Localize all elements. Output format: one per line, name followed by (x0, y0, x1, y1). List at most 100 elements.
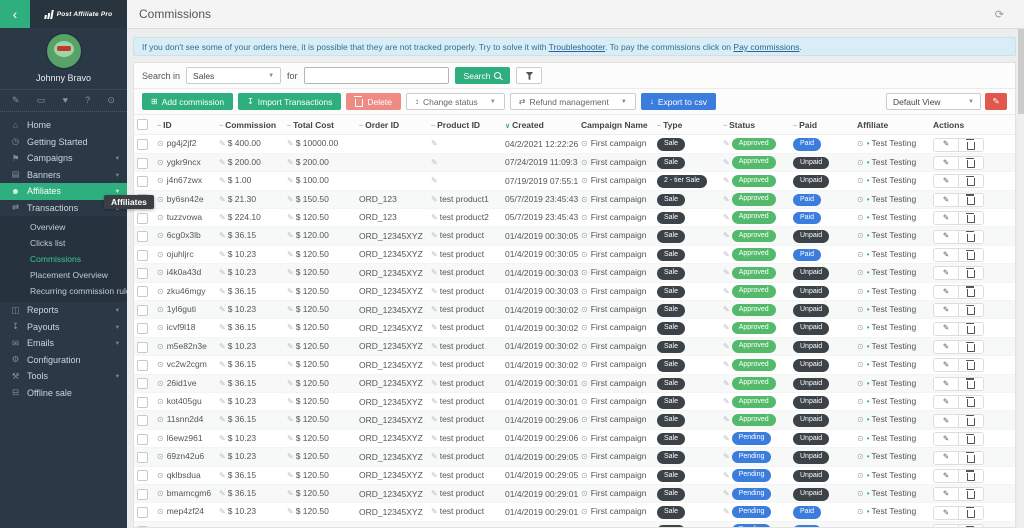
pencil-icon[interactable]: ✎ (723, 360, 730, 369)
eye-icon[interactable]: ⊙ (157, 176, 164, 185)
edit-row-button[interactable]: ✎ (934, 139, 958, 151)
pencil-icon[interactable]: ✎ (219, 176, 226, 185)
export-csv-button[interactable]: ↓Export to csv (641, 93, 716, 110)
eye-icon[interactable]: ⊙ (157, 287, 164, 296)
edit-row-button[interactable]: ✎ (934, 212, 958, 224)
pencil-icon[interactable]: ✎ (287, 231, 294, 240)
pencil-icon[interactable]: ✎ (287, 287, 294, 296)
pencil-icon[interactable]: ✎ (723, 305, 730, 314)
eye-icon[interactable]: ⊙ (157, 323, 164, 332)
delete-row-button[interactable] (958, 470, 983, 482)
sidebar-item-banners[interactable]: ▤Banners▾ (0, 167, 127, 184)
pencil-icon[interactable]: ✎ (219, 158, 226, 167)
eye-icon[interactable]: ⊙ (857, 471, 864, 480)
pencil-icon[interactable]: ✎ (12, 95, 20, 106)
eye-icon[interactable]: ⊙ (857, 250, 864, 259)
eye-icon[interactable]: ⊙ (857, 397, 864, 406)
help-icon[interactable]: ? (85, 95, 90, 106)
sidebar-subitem-recurring-commission-rules[interactable]: Recurring commission rules (0, 283, 127, 299)
eye-icon[interactable]: ⊙ (581, 452, 588, 461)
eye-icon[interactable]: ⊙ (857, 323, 864, 332)
eye-icon[interactable]: ⊙ (157, 213, 164, 222)
col-header-commission[interactable]: ~Commission (216, 115, 284, 135)
delete-row-button[interactable] (958, 249, 983, 261)
eye-icon[interactable]: ⊙ (857, 268, 864, 277)
pencil-icon[interactable]: ✎ (431, 213, 438, 222)
eye-icon[interactable]: ⊙ (581, 507, 588, 516)
pencil-icon[interactable]: ✎ (723, 507, 730, 516)
pencil-icon[interactable]: ✎ (287, 360, 294, 369)
eye-icon[interactable]: ⊙ (581, 231, 588, 240)
eye-icon[interactable]: ⊙ (157, 415, 164, 424)
pencil-icon[interactable]: ✎ (219, 360, 226, 369)
pencil-icon[interactable]: ✎ (219, 342, 226, 351)
pencil-icon[interactable]: ✎ (723, 526, 730, 527)
monitor-icon[interactable]: ▭ (37, 95, 46, 106)
pencil-icon[interactable]: ✎ (287, 176, 294, 185)
eye-icon[interactable]: ⊙ (157, 452, 164, 461)
delete-row-button[interactable] (958, 507, 983, 519)
sidebar-subitem-placement-overview[interactable]: Placement Overview (0, 267, 127, 283)
edit-row-button[interactable]: ✎ (934, 175, 958, 187)
pencil-icon[interactable]: ✎ (219, 489, 226, 498)
pencil-icon[interactable]: ✎ (431, 526, 438, 527)
pencil-icon[interactable]: ✎ (723, 434, 730, 443)
pencil-icon[interactable]: ✎ (431, 342, 438, 351)
eye-icon[interactable]: ⊙ (581, 434, 588, 443)
col-header-order-id[interactable]: ~Order ID (356, 115, 428, 135)
delete-row-button[interactable] (958, 378, 983, 390)
pencil-icon[interactable]: ✎ (723, 489, 730, 498)
row-checkbox[interactable] (137, 231, 148, 242)
pencil-icon[interactable]: ✎ (287, 342, 294, 351)
pencil-icon[interactable]: ✎ (287, 195, 294, 204)
sidebar-item-payouts[interactable]: ↧Payouts▾ (0, 319, 127, 336)
eye-icon[interactable]: ⊙ (581, 323, 588, 332)
row-checkbox[interactable] (137, 323, 148, 334)
pencil-icon[interactable]: ✎ (287, 471, 294, 480)
avatar[interactable] (46, 33, 82, 69)
row-checkbox[interactable] (137, 378, 148, 389)
pencil-icon[interactable]: ✎ (723, 415, 730, 424)
col-header-total-cost[interactable]: ~Total Cost (284, 115, 356, 135)
pencil-icon[interactable]: ✎ (287, 397, 294, 406)
pencil-icon[interactable]: ✎ (431, 489, 438, 498)
edit-row-button[interactable]: ✎ (934, 341, 958, 353)
pencil-icon[interactable]: ✎ (287, 158, 294, 167)
sidebar-item-emails[interactable]: ✉Emails▾ (0, 335, 127, 352)
pencil-icon[interactable]: ✎ (219, 195, 226, 204)
sidebar-item-reports[interactable]: ◫Reports▾ (0, 302, 127, 319)
pencil-icon[interactable]: ✎ (219, 268, 226, 277)
eye-icon[interactable]: ⊙ (157, 434, 164, 443)
delete-row-button[interactable] (958, 304, 983, 316)
eye-icon[interactable]: ⊙ (157, 526, 164, 527)
pencil-icon[interactable]: ✎ (431, 158, 438, 167)
edit-row-button[interactable]: ✎ (934, 267, 958, 279)
delete-row-button[interactable] (958, 267, 983, 279)
row-checkbox[interactable] (137, 507, 148, 518)
power-icon[interactable]: ⊙ (107, 95, 115, 106)
delete-button[interactable]: Delete (346, 93, 401, 110)
col-header-type[interactable]: ~Type (654, 115, 720, 135)
edit-row-button[interactable]: ✎ (934, 415, 958, 427)
pencil-icon[interactable]: ✎ (431, 250, 438, 259)
eye-icon[interactable]: ⊙ (581, 287, 588, 296)
sidebar-subitem-clicks-list[interactable]: Clicks list (0, 235, 127, 251)
eye-icon[interactable]: ⊙ (857, 342, 864, 351)
pencil-icon[interactable]: ✎ (431, 434, 438, 443)
delete-row-button[interactable] (958, 194, 983, 206)
eye-icon[interactable]: ⊙ (157, 507, 164, 516)
row-checkbox[interactable] (137, 470, 148, 481)
pencil-icon[interactable]: ✎ (219, 526, 226, 527)
edit-row-button[interactable]: ✎ (934, 231, 958, 243)
troubleshooter-link[interactable]: Troubleshooter (549, 42, 605, 52)
refresh-icon[interactable]: ⟳ (995, 8, 1004, 21)
delete-row-button[interactable] (958, 139, 983, 151)
eye-icon[interactable]: ⊙ (157, 379, 164, 388)
import-transactions-button[interactable]: ↧Import Transactions (238, 93, 341, 110)
pencil-icon[interactable]: ✎ (287, 489, 294, 498)
eye-icon[interactable]: ⊙ (157, 489, 164, 498)
pencil-icon[interactable]: ✎ (723, 195, 730, 204)
pencil-icon[interactable]: ✎ (287, 305, 294, 314)
eye-icon[interactable]: ⊙ (581, 176, 588, 185)
row-checkbox[interactable] (137, 415, 148, 426)
